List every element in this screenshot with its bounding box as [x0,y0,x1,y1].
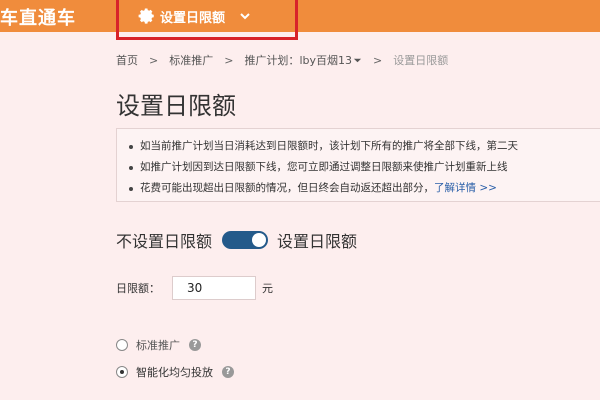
radio-standard[interactable] [116,339,128,351]
delivery-option-standard[interactable]: 标准推广 ? [116,337,201,353]
top-nav-bar: 车直通车 [0,0,600,32]
limit-row: 日限额： 元 [116,276,273,300]
breadcrumb-separator: > [372,53,383,67]
switch-knob [252,233,267,247]
caret-down-icon[interactable] [353,56,362,65]
help-icon[interactable]: ? [189,339,201,351]
delivery-option-label: 标准推广 [136,339,180,352]
menu-item-label: 设置日限额 [160,10,226,26]
daily-limit-input[interactable] [172,276,256,300]
breadcrumb-current: 设置日限额 [393,54,449,67]
limit-label: 日限额： [116,282,160,295]
daily-limit-switch[interactable] [222,231,269,249]
gear-icon [138,8,154,24]
page-title: 设置日限额 [116,92,236,120]
notice-item: 花费可能出现超出日限额的情况，但日终会自动返还超出部分，了解详情 >> [129,178,600,199]
breadcrumb: 首页 > 标准推广 > 推广计划： lby百烟13 > 设置日限额 [116,52,448,68]
breadcrumb-separator: > [149,53,159,67]
delivery-option-smart[interactable]: 智能化均匀投放 ? [116,364,234,380]
help-icon[interactable]: ? [222,366,234,378]
breadcrumb-separator: > [224,53,234,67]
chevron-down-icon [240,13,250,20]
breadcrumb-plan-prefix: 推广计划： [244,54,300,67]
limit-unit: 元 [262,282,273,295]
radio-smart[interactable] [116,366,128,378]
breadcrumb-plan-dropdown[interactable]: lby百烟13 [299,52,352,68]
breadcrumb-home-link[interactable]: 首页 [116,52,138,68]
toggle-on-label: 设置日限额 [277,232,358,251]
delivery-option-label: 智能化均匀投放 [136,366,213,379]
breadcrumb-standard-link[interactable]: 标准推广 [169,52,213,68]
menu-item-daily-limit[interactable]: 设置日限额 [138,5,251,27]
daily-limit-toggle-row: 不设置日限额 设置日限额 [116,228,357,252]
notice-item: 如推广计划因到达日限额下线，您可立即通过调整日限额来使推广计划重新上线 [129,157,600,178]
learn-more-link[interactable]: 了解详情 >> [434,182,497,194]
notice-box: 如当前推广计划当日消耗达到日限额时，该计划下所有的推广将全部下线，第二天 如推广… [116,128,600,202]
notice-item: 如当前推广计划当日消耗达到日限额时，该计划下所有的推广将全部下线，第二天 [129,136,600,157]
app-brand: 车直通车 [0,8,76,29]
toggle-off-label: 不设置日限额 [116,232,213,251]
